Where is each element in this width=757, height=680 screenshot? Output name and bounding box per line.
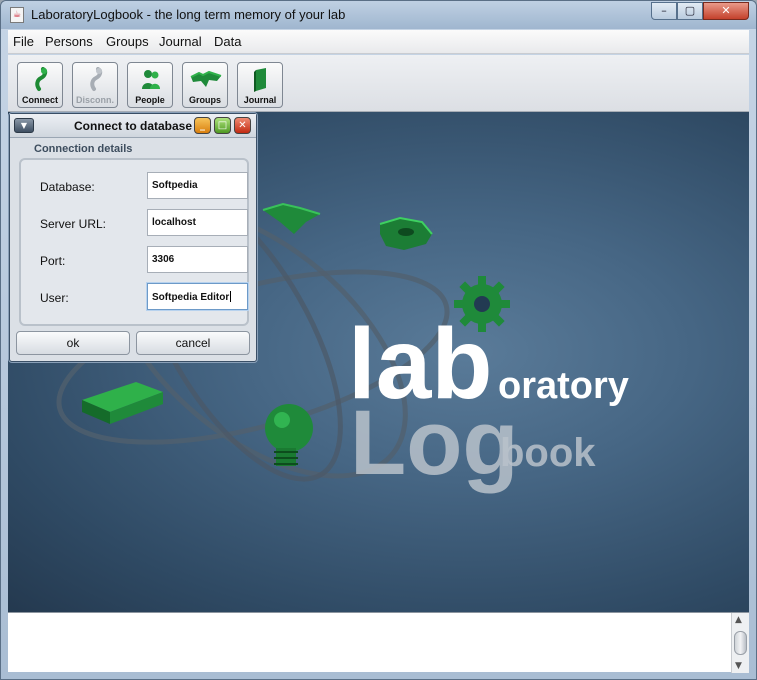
groups-label: Groups bbox=[188, 95, 221, 105]
light-bulb-icon bbox=[265, 404, 313, 466]
disconnect-plug-icon bbox=[90, 67, 103, 91]
database-field[interactable]: Softpedia bbox=[147, 172, 248, 199]
log-output-pane[interactable]: ▲ ▼ bbox=[8, 612, 749, 673]
toolbar: Connect Disconn. People Groups Journal bbox=[8, 55, 749, 112]
groups-puzzle-icon bbox=[190, 70, 222, 87]
text-caret bbox=[230, 291, 232, 302]
people-button[interactable]: People bbox=[127, 62, 173, 108]
cancel-button[interactable]: cancel bbox=[136, 331, 250, 355]
battery-box-icon bbox=[82, 382, 163, 424]
dialog-minimize-button[interactable]: _ bbox=[194, 117, 211, 134]
java-cup-icon[interactable]: ☕ bbox=[10, 7, 24, 23]
user-field-value: Softpedia Editor bbox=[152, 292, 230, 303]
journal-book-icon bbox=[254, 68, 266, 92]
menu-bar: File Persons Groups Journal Data bbox=[8, 30, 749, 54]
logo-log: Log bbox=[350, 392, 519, 494]
vertical-scrollbar[interactable]: ▲ ▼ bbox=[731, 613, 749, 673]
dialog-close-button[interactable]: ✕ bbox=[234, 117, 251, 134]
window-title: LaboratoryLogbook - the long term memory… bbox=[31, 7, 346, 22]
connect-label: Connect bbox=[22, 95, 58, 105]
dialog-maximize-button[interactable]: □ bbox=[214, 117, 231, 134]
connection-details-group: Database: Softpedia Server URL: localhos… bbox=[19, 158, 249, 326]
logo-book: book bbox=[500, 431, 596, 475]
server-url-field[interactable]: localhost bbox=[147, 209, 248, 236]
user-label: User: bbox=[40, 291, 69, 305]
menu-file[interactable]: File bbox=[13, 34, 34, 49]
connect-button[interactable]: Connect bbox=[17, 62, 63, 108]
database-label: Database: bbox=[40, 180, 95, 194]
journal-button[interactable]: Journal bbox=[237, 62, 283, 108]
hex-nut-icon bbox=[379, 216, 433, 250]
minimize-button[interactable]: – bbox=[651, 2, 677, 20]
scroll-up-icon[interactable]: ▲ bbox=[735, 615, 742, 625]
port-label: Port: bbox=[40, 254, 66, 268]
journal-label: Journal bbox=[243, 95, 277, 105]
menu-groups[interactable]: Groups bbox=[106, 34, 149, 49]
maximize-button[interactable]: ▢ bbox=[677, 2, 703, 20]
scroll-thumb[interactable] bbox=[734, 631, 747, 655]
groups-button[interactable]: Groups bbox=[182, 62, 228, 108]
connection-details-legend: Connection details bbox=[32, 143, 135, 155]
dialog-title: Connect to database bbox=[74, 119, 193, 133]
dialog-title-bar[interactable]: ▼ Connect to database _ □ ✕ bbox=[10, 114, 256, 138]
user-field[interactable]: Softpedia Editor bbox=[147, 283, 248, 310]
dialog-menu-icon[interactable]: ▼ bbox=[14, 118, 34, 133]
disconnect-label: Disconn. bbox=[75, 95, 114, 105]
menu-data[interactable]: Data bbox=[214, 34, 241, 49]
title-bar[interactable]: ☕ LaboratoryLogbook - the long term memo… bbox=[1, 1, 756, 29]
people-icon bbox=[142, 70, 160, 89]
ok-button[interactable]: ok bbox=[16, 331, 130, 355]
connect-plug-icon bbox=[35, 67, 48, 91]
server-url-label: Server URL: bbox=[40, 217, 107, 231]
disconnect-button[interactable]: Disconn. bbox=[72, 62, 118, 108]
people-label: People bbox=[135, 95, 165, 105]
puzzle-3d-icon bbox=[262, 202, 321, 234]
menu-persons[interactable]: Persons bbox=[45, 34, 93, 49]
scroll-down-icon[interactable]: ▼ bbox=[735, 661, 742, 671]
port-field[interactable]: 3306 bbox=[147, 246, 248, 273]
connect-dialog: ▼ Connect to database _ □ ✕ Connection d… bbox=[9, 113, 257, 362]
menu-journal[interactable]: Journal bbox=[159, 34, 202, 49]
close-button[interactable]: ✕ bbox=[703, 2, 749, 20]
